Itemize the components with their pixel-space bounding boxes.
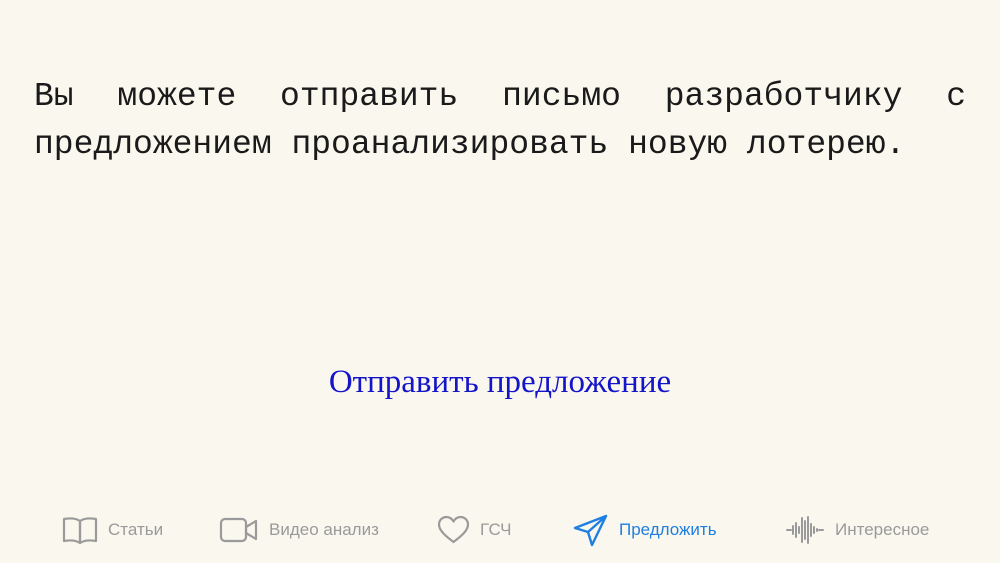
- waveform-icon: [785, 515, 825, 545]
- tab-video-analysis[interactable]: Видео анализ: [219, 510, 379, 550]
- tab-suggest-label: Предложить: [619, 520, 717, 539]
- info-message: Вы можете отправить письмо разработчику …: [34, 78, 966, 163]
- tab-rng[interactable]: ГСЧ: [437, 510, 512, 550]
- tab-suggest[interactable]: Предложить: [573, 510, 717, 550]
- paper-plane-icon: [573, 513, 609, 547]
- tab-articles-label: Статьи: [108, 520, 164, 539]
- tab-articles[interactable]: Статьи: [62, 510, 163, 550]
- book-icon: [62, 515, 98, 545]
- tab-interesting[interactable]: Интересное: [785, 510, 929, 550]
- screen: Вы можете отправить письмо разработчику …: [0, 0, 1000, 563]
- send-suggestion-button[interactable]: Отправить предложение: [0, 360, 1000, 404]
- heart-icon: [437, 515, 470, 545]
- tab-video-analysis-label: Видео анализ: [269, 520, 379, 539]
- tab-bar: Статьи Видео анализ ГСЧ Предложить Интер…: [0, 500, 1000, 563]
- tab-interesting-label: Интересное: [835, 520, 930, 539]
- video-camera-icon: [219, 516, 259, 544]
- tab-rng-label: ГСЧ: [480, 520, 512, 539]
